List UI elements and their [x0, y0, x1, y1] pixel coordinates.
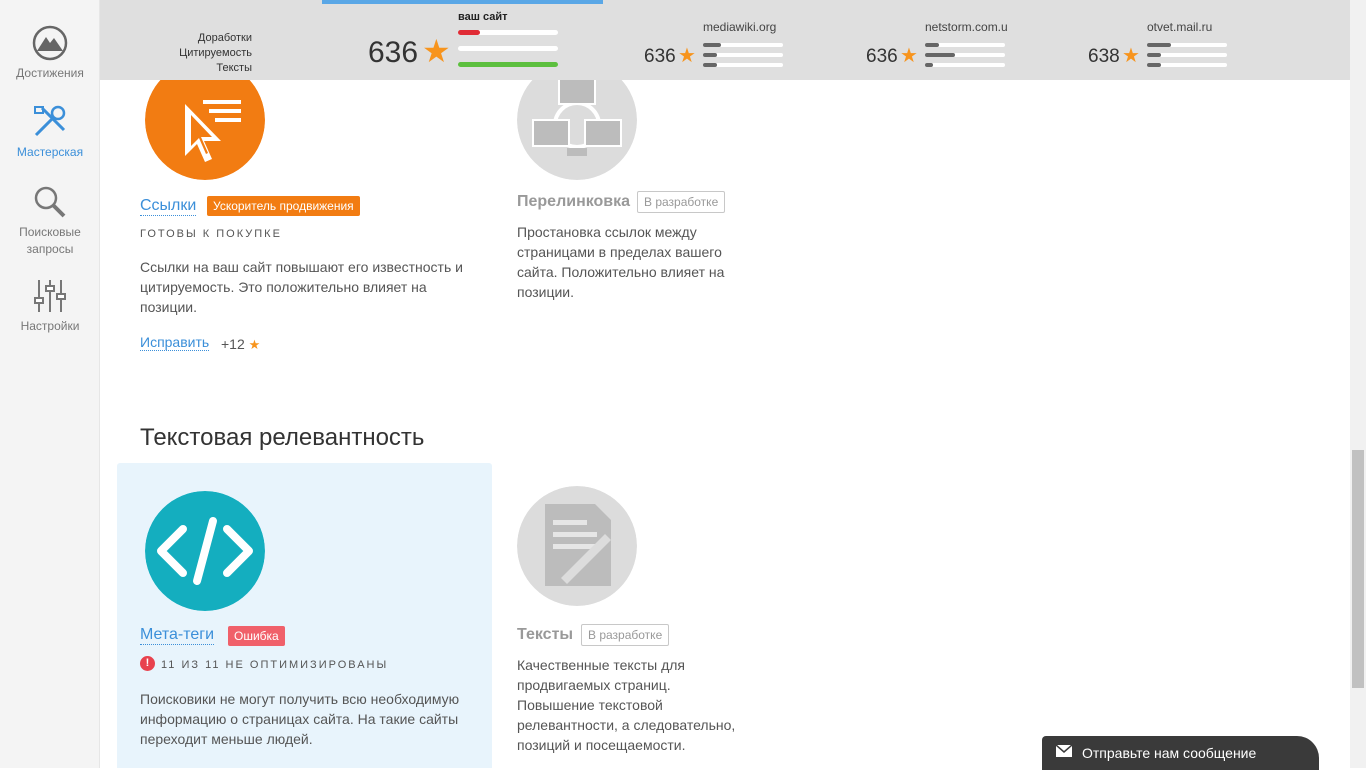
scrollbar[interactable]	[1350, 0, 1366, 768]
card-meta-tags[interactable]: Мета-теги Ошибка ! 11 из 11 не оптимизир…	[117, 463, 492, 768]
search-icon	[34, 186, 66, 218]
meta-description: Поисковики не могут получить всю необход…	[140, 691, 460, 747]
scrollbar-thumb[interactable]	[1352, 450, 1364, 688]
bonus-value: +12	[221, 336, 245, 352]
tools-icon	[34, 105, 66, 137]
section-title: Текстовая релевантность	[140, 424, 425, 451]
main-content: Ссылки Ускоритель продвижения готовы к п…	[100, 80, 1350, 768]
competitor-1[interactable]: mediawiki.org 636 ★	[644, 18, 804, 78]
warning-icon: !	[140, 656, 155, 671]
bonus-points: +12 ★	[221, 336, 260, 353]
sliders-icon	[34, 280, 66, 312]
competitor-bar	[925, 53, 1005, 57]
stats-legend: Доработки Цитируемость Тексты	[140, 31, 252, 76]
competitor-bar	[703, 63, 783, 67]
meta-status: 11 из 11 не оптимизированы	[161, 659, 389, 671]
interlinking-description: Простановка ссылок между страницами в пр…	[517, 224, 725, 300]
links-description: Ссылки на ваш сайт повышают его известно…	[140, 259, 463, 315]
message-widget[interactable]: Отправьте нам сообщение	[1042, 736, 1319, 770]
code-icon	[145, 491, 265, 611]
texts-title: Тексты	[517, 626, 574, 643]
links-status: готовы к покупке	[140, 228, 282, 240]
sidebar: Достижения Мастерская Поисковые запросы …	[0, 0, 100, 768]
nav-settings-label: Настройки	[20, 319, 80, 333]
own-bar-citation	[458, 46, 558, 51]
loading-strip	[322, 0, 603, 4]
own-bar-improvements	[458, 30, 558, 35]
document-icon	[517, 486, 637, 606]
legend-citation: Цитируемость	[179, 47, 252, 59]
card-texts: Тексты В разработке Качественные тексты …	[495, 463, 870, 763]
competitor-bar	[1147, 63, 1227, 67]
competitor-bar	[925, 63, 1005, 67]
links-title[interactable]: Ссылки	[140, 197, 197, 216]
competitor-bar	[925, 43, 1005, 47]
competitor-bar	[703, 43, 783, 47]
own-site-label: ваш сайт	[458, 11, 508, 23]
error-badge: Ошибка	[228, 626, 285, 646]
star-icon: ★	[248, 337, 261, 352]
competitor-name: otvet.mail.ru	[1147, 20, 1213, 34]
in-development-badge: В разработке	[581, 624, 670, 646]
stats-bar: Доработки Цитируемость Тексты ваш сайт 6…	[100, 0, 1350, 80]
star-icon: ★	[422, 33, 451, 69]
in-development-badge: В разработке	[637, 191, 726, 213]
message-widget-label: Отправьте нам сообщение	[1082, 745, 1257, 761]
competitor-score: 636	[866, 46, 898, 67]
nav-settings[interactable]: Настройки	[0, 278, 100, 335]
legend-texts: Тексты	[216, 62, 252, 74]
competitor-bar	[703, 53, 783, 57]
competitor-bar	[1147, 53, 1227, 57]
fix-link[interactable]: Исправить	[140, 334, 210, 351]
competitor-name: mediawiki.org	[703, 20, 777, 34]
card-interlinking: Перелинковка В разработке Простановка сс…	[495, 80, 870, 360]
legend-improvements: Доработки	[197, 32, 252, 44]
interlinking-title: Перелинковка	[517, 193, 631, 210]
mountain-icon	[32, 25, 68, 61]
network-icon	[517, 80, 637, 180]
envelope-icon	[1056, 745, 1072, 757]
star-icon: ★	[678, 45, 696, 67]
meta-title[interactable]: Мета-теги	[140, 626, 215, 645]
competitor-bar	[1147, 43, 1227, 47]
texts-description: Качественные тексты для продвигаемых стр…	[517, 657, 736, 753]
nav-achievements-label: Достижения	[16, 66, 84, 80]
nav-search-label-1: Поисковые	[19, 225, 81, 239]
card-links: Ссылки Ускоритель продвижения готовы к п…	[117, 80, 492, 370]
promo-badge: Ускоритель продвижения	[207, 196, 360, 216]
competitor-name: netstorm.com.ua	[925, 20, 1007, 34]
star-icon: ★	[900, 45, 918, 67]
nav-search-queries[interactable]: Поисковые запросы	[0, 184, 100, 258]
links-cursor-icon	[145, 80, 265, 180]
nav-achievements[interactable]: Достижения	[0, 25, 100, 82]
competitor-score: 636	[644, 46, 676, 67]
own-score-value: 636	[368, 36, 419, 69]
competitor-3[interactable]: otvet.mail.ru 638 ★	[1088, 18, 1248, 78]
nav-workshop[interactable]: Мастерская	[0, 104, 100, 161]
nav-search-label-2: запросы	[26, 242, 74, 256]
star-icon: ★	[1122, 45, 1140, 67]
nav-workshop-label: Мастерская	[16, 145, 84, 159]
own-bar-texts	[458, 62, 558, 67]
competitor-2[interactable]: netstorm.com.ua 636 ★	[866, 18, 1026, 78]
competitor-score: 638	[1088, 46, 1120, 67]
